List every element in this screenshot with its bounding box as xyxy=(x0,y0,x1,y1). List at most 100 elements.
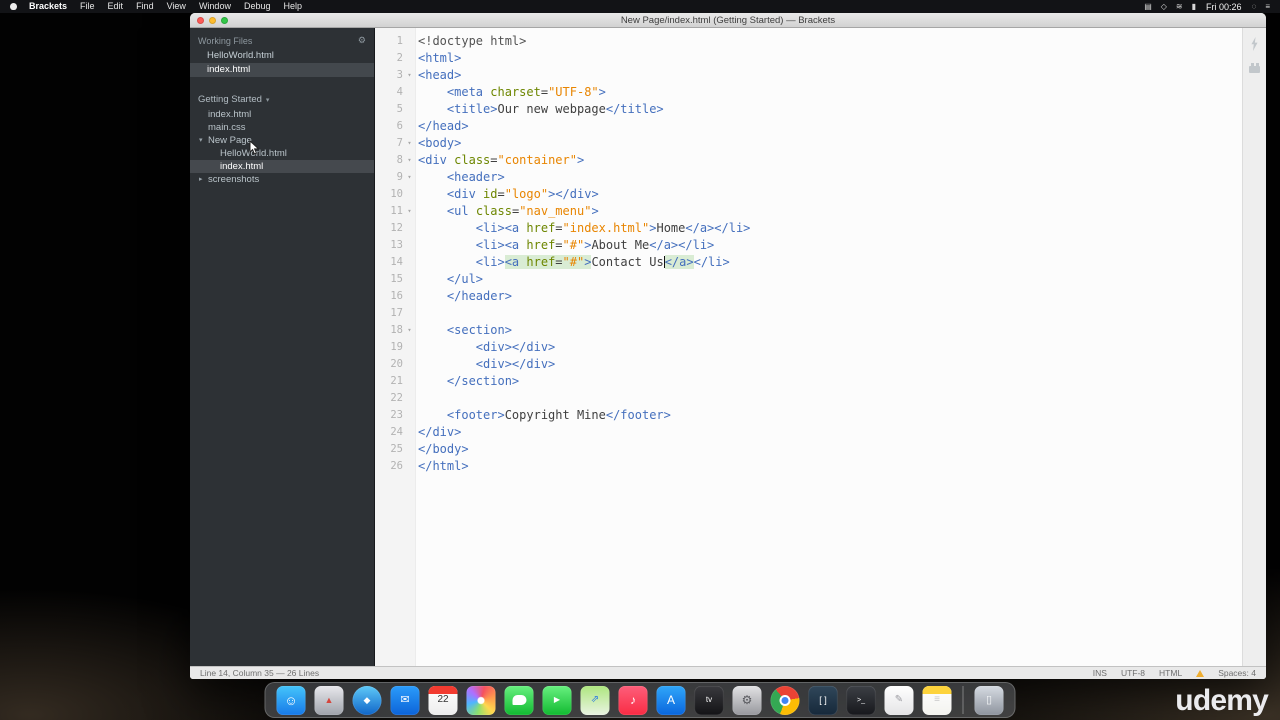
line-number: 1 xyxy=(396,35,403,47)
dock-mail-icon[interactable]: ✉ xyxy=(390,685,420,715)
dock-maps-icon[interactable]: ⇗ xyxy=(580,685,610,715)
code-line[interactable]: 23 <footer>Copyright Mine</footer> xyxy=(375,407,1242,424)
display-icon[interactable]: ▤ xyxy=(1144,0,1152,13)
editor[interactable]: 1 <!doctype html> 2 <html> 3 ▾ <head> 4 <meta c… xyxy=(375,28,1242,666)
bluetooth-icon[interactable]: ◇ xyxy=(1161,0,1167,13)
code-line[interactable]: 3 ▾ <head> xyxy=(375,67,1242,84)
fold-arrow-icon[interactable]: ▾ xyxy=(403,322,416,339)
menu-item-edit[interactable]: Edit xyxy=(108,0,124,13)
close-button[interactable] xyxy=(197,16,204,24)
code-line[interactable]: 25 </body> xyxy=(375,441,1242,458)
tree-item[interactable]: ▾ New Page xyxy=(190,134,374,147)
tree-item[interactable]: main.css xyxy=(190,121,374,134)
code-line[interactable]: 8 ▾ <div class="container"> xyxy=(375,152,1242,169)
menu-clock[interactable]: Fri 00:26 xyxy=(1206,2,1242,12)
tree-item[interactable]: ▸ screenshots xyxy=(190,173,374,186)
dock-terminal-icon[interactable]: >_ xyxy=(846,685,876,715)
code-line[interactable]: 14 <li><a href="#">Contact Us</a></li> xyxy=(375,254,1242,271)
menu-item-find[interactable]: Find xyxy=(136,0,154,13)
code-line[interactable]: 7 ▾ <body> xyxy=(375,135,1242,152)
cursor-position[interactable]: Line 14, Column 35 — 26 Lines xyxy=(200,668,319,678)
fold-arrow-icon[interactable]: ▾ xyxy=(403,135,416,152)
warning-icon[interactable] xyxy=(1196,669,1205,677)
code-line[interactable]: 12 <li><a href="index.html">Home</a></li… xyxy=(375,220,1242,237)
code-line[interactable]: 16 </header> xyxy=(375,288,1242,305)
dock-system-preferences-icon[interactable]: ⚙ xyxy=(732,685,762,715)
menu-item-file[interactable]: File xyxy=(80,0,95,13)
dock-messages-icon[interactable] xyxy=(504,685,534,715)
line-number: 3 xyxy=(396,69,403,81)
dock-apple-tv-icon[interactable]: tv xyxy=(694,685,724,715)
fold-arrow-icon[interactable]: ▾ xyxy=(403,169,416,186)
dock-chrome-icon[interactable] xyxy=(770,685,800,715)
line-number: 13 xyxy=(390,239,403,251)
code-line[interactable]: 19 <div></div> xyxy=(375,339,1242,356)
tree-item[interactable]: HelloWorld.html xyxy=(190,147,374,160)
fold-gutter xyxy=(403,101,416,118)
menu-item-help[interactable]: Help xyxy=(283,0,302,13)
dock-app-store-icon[interactable]: A xyxy=(656,685,686,715)
dock-calendar-icon[interactable]: 22 xyxy=(428,685,458,715)
code-line[interactable]: 10 <div id="logo"></div> xyxy=(375,186,1242,203)
project-switcher[interactable]: Getting Started ▾ xyxy=(190,91,374,108)
code-line[interactable]: 24 </div> xyxy=(375,424,1242,441)
gear-icon[interactable]: ⚙ xyxy=(358,35,366,46)
dock-facetime-icon[interactable]: ▶ xyxy=(542,685,572,715)
notes-strip xyxy=(922,685,952,694)
tree-item[interactable]: index.html xyxy=(190,160,374,173)
code-line[interactable]: 21 </section> xyxy=(375,373,1242,390)
status-encoding[interactable]: UTF-8 xyxy=(1121,668,1145,678)
notification-center-icon[interactable]: ≡ xyxy=(1265,0,1270,13)
brackets-window: New Page/index.html (Getting Started) — … xyxy=(190,13,1266,679)
working-file-item[interactable]: index.html xyxy=(190,63,374,77)
title-bar[interactable]: New Page/index.html (Getting Started) — … xyxy=(190,13,1266,28)
zoom-button[interactable] xyxy=(221,16,228,24)
battery-icon[interactable]: ▮ xyxy=(1192,0,1196,13)
dock-trash-icon[interactable]: ▯ xyxy=(974,685,1004,715)
status-insert-mode[interactable]: INS xyxy=(1093,668,1107,678)
code-line[interactable]: 15 </ul> xyxy=(375,271,1242,288)
tree-item[interactable]: index.html xyxy=(190,108,374,121)
dock-finder-icon[interactable]: ☺ xyxy=(276,685,306,715)
dock-notes-icon[interactable]: ≡ xyxy=(922,685,952,715)
live-preview-icon[interactable] xyxy=(1251,37,1258,51)
code-line[interactable]: 2 <html> xyxy=(375,50,1242,67)
code-line[interactable]: 13 <li><a href="#">About Me</a></li> xyxy=(375,237,1242,254)
minimize-button[interactable] xyxy=(209,16,216,24)
menu-item-brackets[interactable]: Brackets xyxy=(29,0,67,13)
spotlight-icon[interactable]: ◌ xyxy=(1252,0,1257,13)
status-language[interactable]: HTML xyxy=(1159,668,1182,678)
dock-music-icon[interactable]: ♪ xyxy=(618,685,648,715)
apple-menu-icon[interactable] xyxy=(10,3,17,10)
working-file-item[interactable]: HelloWorld.html xyxy=(190,49,374,63)
code-line[interactable]: 22 xyxy=(375,390,1242,407)
code-line[interactable]: 11 ▾ <ul class="nav_menu"> xyxy=(375,203,1242,220)
project-tree: index.html main.css ▾ New Page HelloWorld.ht… xyxy=(190,108,374,186)
line-number: 8 xyxy=(396,154,403,166)
code-line[interactable]: 6 </head> xyxy=(375,118,1242,135)
dock-launchpad-icon[interactable]: ▲ xyxy=(314,685,344,715)
code-text: </html> xyxy=(418,459,469,473)
code-line[interactable]: 26 </html> xyxy=(375,458,1242,475)
code-line[interactable]: 4 <meta charset="UTF-8"> xyxy=(375,84,1242,101)
menu-item-window[interactable]: Window xyxy=(199,0,231,13)
code-line[interactable]: 20 <div></div> xyxy=(375,356,1242,373)
menu-item-debug[interactable]: Debug xyxy=(244,0,271,13)
dock-textedit-icon[interactable]: ✎ xyxy=(884,685,914,715)
fold-arrow-icon[interactable]: ▾ xyxy=(403,203,416,220)
code-line[interactable]: 17 xyxy=(375,305,1242,322)
menu-item-view[interactable]: View xyxy=(167,0,186,13)
dock-photos-icon[interactable] xyxy=(466,685,496,715)
fold-arrow-icon[interactable]: ▾ xyxy=(403,67,416,84)
code-line[interactable]: 5 <title>Our new webpage</title> xyxy=(375,101,1242,118)
extension-manager-icon[interactable] xyxy=(1249,63,1260,73)
dock-brackets-icon[interactable]: [ ] xyxy=(808,685,838,715)
fold-arrow-icon[interactable]: ▾ xyxy=(403,152,416,169)
code-line[interactable]: 18 ▾ <section> xyxy=(375,322,1242,339)
code-line[interactable]: 9 ▾ <header> xyxy=(375,169,1242,186)
status-indent[interactable]: Spaces: 4 xyxy=(1218,668,1256,678)
wifi-icon[interactable]: ≋ xyxy=(1176,0,1183,13)
dock-safari-icon[interactable]: ◆ xyxy=(352,685,382,715)
code-line[interactable]: 1 <!doctype html> xyxy=(375,33,1242,50)
facetime-glyph: ▶ xyxy=(553,695,561,704)
